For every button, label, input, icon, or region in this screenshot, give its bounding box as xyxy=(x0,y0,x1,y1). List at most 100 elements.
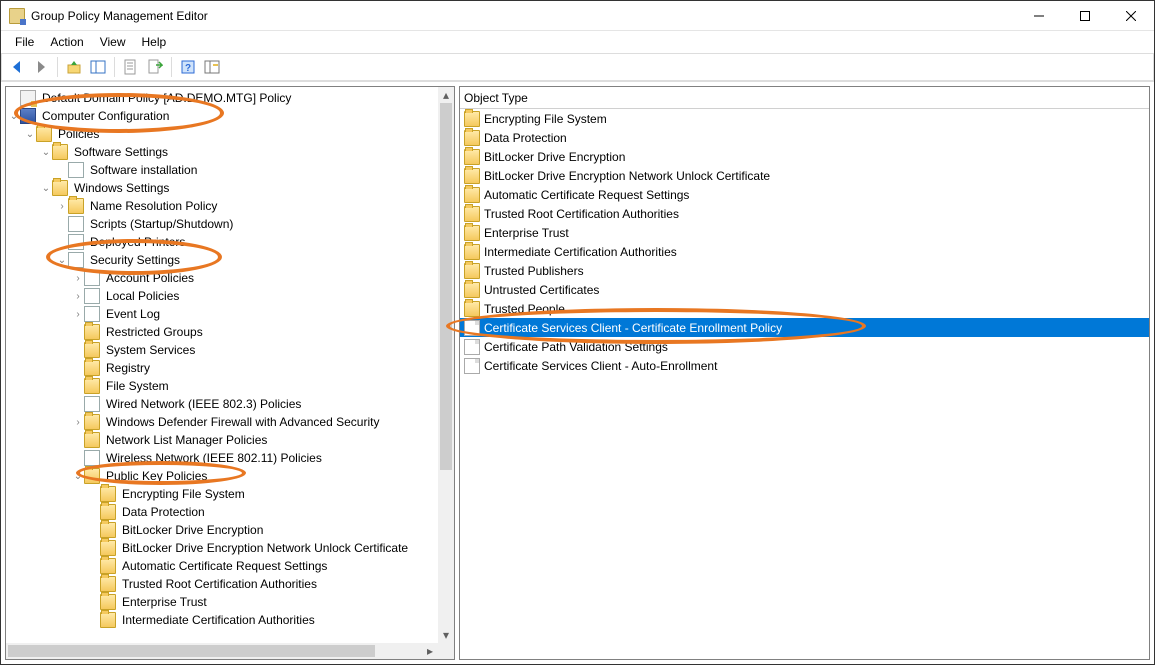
folder-icon xyxy=(100,540,116,556)
close-button[interactable] xyxy=(1108,1,1154,31)
tree-bitlocker-nu[interactable]: ›BitLocker Drive Encryption Network Unlo… xyxy=(6,539,438,557)
tree-windows-settings[interactable]: ⌄Windows Settings xyxy=(6,179,438,197)
menu-help[interactable]: Help xyxy=(134,32,175,52)
tree-security-settings[interactable]: ⌄Security Settings xyxy=(6,251,438,269)
chevron-right-icon[interactable]: › xyxy=(72,309,84,320)
tree-system-services[interactable]: ›System Services xyxy=(6,341,438,359)
list-item[interactable]: Intermediate Certification Authorities xyxy=(460,242,1149,261)
tree-policies[interactable]: ⌄Policies xyxy=(6,125,438,143)
folder-icon xyxy=(84,360,100,376)
show-hide-tree-icon[interactable] xyxy=(87,56,109,78)
chevron-down-icon[interactable]: ⌄ xyxy=(40,147,52,158)
tree-public-key-policies[interactable]: ⌄Public Key Policies xyxy=(6,467,438,485)
list-item[interactable]: Untrusted Certificates xyxy=(460,280,1149,299)
forward-icon[interactable] xyxy=(30,56,52,78)
policy-icon xyxy=(84,270,100,286)
tree-ica[interactable]: ›Intermediate Certification Authorities xyxy=(6,611,438,629)
list-item[interactable]: BitLocker Drive Encryption xyxy=(460,147,1149,166)
tree-name-resolution[interactable]: ›Name Resolution Policy xyxy=(6,197,438,215)
list-item-label: Untrusted Certificates xyxy=(484,283,599,297)
chevron-down-icon[interactable]: ⌄ xyxy=(8,111,20,122)
vertical-scrollbar[interactable]: ▴ ▾ xyxy=(438,87,454,643)
folder-icon xyxy=(464,168,480,184)
tree-dataprot[interactable]: ›Data Protection xyxy=(6,503,438,521)
tree-local-policies[interactable]: ›Local Policies xyxy=(6,287,438,305)
list-item[interactable]: Certificate Services Client - Auto-Enrol… xyxy=(460,356,1149,375)
chevron-right-icon[interactable]: › xyxy=(72,417,84,428)
list-item[interactable]: BitLocker Drive Encryption Network Unloc… xyxy=(460,166,1149,185)
tree-root[interactable]: ▾Default Domain Policy [AD.DEMO.MTG] Pol… xyxy=(6,89,438,107)
folder-icon xyxy=(84,324,100,340)
scroll-right-icon[interactable]: ▸ xyxy=(422,643,438,659)
filter-icon[interactable] xyxy=(201,56,223,78)
chevron-right-icon[interactable]: › xyxy=(56,201,68,212)
tree-event-log[interactable]: ›Event Log xyxy=(6,305,438,323)
folder-icon xyxy=(100,504,116,520)
tree-account-policies[interactable]: ›Account Policies xyxy=(6,269,438,287)
list-item[interactable]: Certificate Services Client - Certificat… xyxy=(460,318,1149,337)
tree-registry[interactable]: ›Registry xyxy=(6,359,438,377)
chevron-right-icon[interactable]: › xyxy=(72,291,84,302)
back-icon[interactable] xyxy=(6,56,28,78)
menu-view[interactable]: View xyxy=(92,32,134,52)
tree-restricted-groups[interactable]: ›Restricted Groups xyxy=(6,323,438,341)
minimize-button[interactable] xyxy=(1016,1,1062,31)
toolbar: ? xyxy=(1,53,1154,81)
tree-wired[interactable]: ›Wired Network (IEEE 802.3) Policies xyxy=(6,395,438,413)
export-icon[interactable] xyxy=(144,56,166,78)
tree-trca[interactable]: ›Trusted Root Certification Authorities xyxy=(6,575,438,593)
chevron-down-icon[interactable]: ⌄ xyxy=(56,255,68,266)
printers-icon xyxy=(68,234,84,250)
list-header[interactable]: Object Type xyxy=(460,87,1149,109)
horizontal-scrollbar[interactable]: ◂ ▸ xyxy=(6,643,438,659)
tree-pane: ▾ Default Domain Policy [AD.DEMO.MTG] Pol… xyxy=(5,86,455,660)
titlebar: Group Policy Management Editor xyxy=(1,1,1154,31)
tree-deployed-printers[interactable]: ›Deployed Printers xyxy=(6,233,438,251)
up-folder-icon[interactable] xyxy=(63,56,85,78)
list-item[interactable]: Enterprise Trust xyxy=(460,223,1149,242)
chevron-down-icon[interactable]: ⌄ xyxy=(72,471,84,482)
chevron-down-icon[interactable]: ⌄ xyxy=(24,129,36,140)
scroll-down-icon[interactable]: ▾ xyxy=(438,627,454,643)
list-item[interactable]: Trusted Root Certification Authorities xyxy=(460,204,1149,223)
app-icon xyxy=(9,8,25,24)
tree-ent-trust[interactable]: ›Enterprise Trust xyxy=(6,593,438,611)
tree-netlist[interactable]: ›Network List Manager Policies xyxy=(6,431,438,449)
policy-icon xyxy=(84,288,100,304)
tree-software-installation[interactable]: ▾Software installation xyxy=(6,161,438,179)
tree-acrs[interactable]: ›Automatic Certificate Request Settings xyxy=(6,557,438,575)
list-body[interactable]: Encrypting File SystemData ProtectionBit… xyxy=(460,109,1149,659)
folder-icon xyxy=(68,198,84,214)
list-item[interactable]: Encrypting File System xyxy=(460,109,1149,128)
list-item-label: Certificate Path Validation Settings xyxy=(484,340,668,354)
column-header-object-type[interactable]: Object Type xyxy=(464,91,528,105)
chevron-right-icon[interactable]: › xyxy=(72,273,84,284)
folder-icon xyxy=(100,558,116,574)
list-item[interactable]: Trusted People xyxy=(460,299,1149,318)
chevron-down-icon[interactable]: ⌄ xyxy=(40,183,52,194)
tree-file-system[interactable]: ›File System xyxy=(6,377,438,395)
folder-icon xyxy=(36,126,52,142)
folder-icon xyxy=(84,468,100,484)
tree-bitlocker[interactable]: ›BitLocker Drive Encryption xyxy=(6,521,438,539)
tree-firewall[interactable]: ›Windows Defender Firewall with Advanced… xyxy=(6,413,438,431)
maximize-button[interactable] xyxy=(1062,1,1108,31)
menu-file[interactable]: File xyxy=(7,32,42,52)
tree-software-settings[interactable]: ⌄Software Settings xyxy=(6,143,438,161)
tree-wireless[interactable]: ›Wireless Network (IEEE 802.11) Policies xyxy=(6,449,438,467)
help-icon[interactable]: ? xyxy=(177,56,199,78)
properties-icon[interactable] xyxy=(120,56,142,78)
tree-efs[interactable]: ›Encrypting File System xyxy=(6,485,438,503)
tree-scripts[interactable]: ›Scripts (Startup/Shutdown) xyxy=(6,215,438,233)
list-item[interactable]: Trusted Publishers xyxy=(460,261,1149,280)
list-item[interactable]: Certificate Path Validation Settings xyxy=(460,337,1149,356)
certificate-settings-icon xyxy=(464,358,480,374)
scroll-up-icon[interactable]: ▴ xyxy=(438,87,454,103)
tree-body[interactable]: ▾Default Domain Policy [AD.DEMO.MTG] Pol… xyxy=(6,87,438,643)
list-item-label: Certificate Services Client - Auto-Enrol… xyxy=(484,359,717,373)
menu-action[interactable]: Action xyxy=(42,32,91,52)
list-item[interactable]: Automatic Certificate Request Settings xyxy=(460,185,1149,204)
tree-computer-config[interactable]: ⌄Computer Configuration xyxy=(6,107,438,125)
list-item[interactable]: Data Protection xyxy=(460,128,1149,147)
tree-label: Default Domain Policy [AD.DEMO.MTG] Poli… xyxy=(40,91,293,105)
